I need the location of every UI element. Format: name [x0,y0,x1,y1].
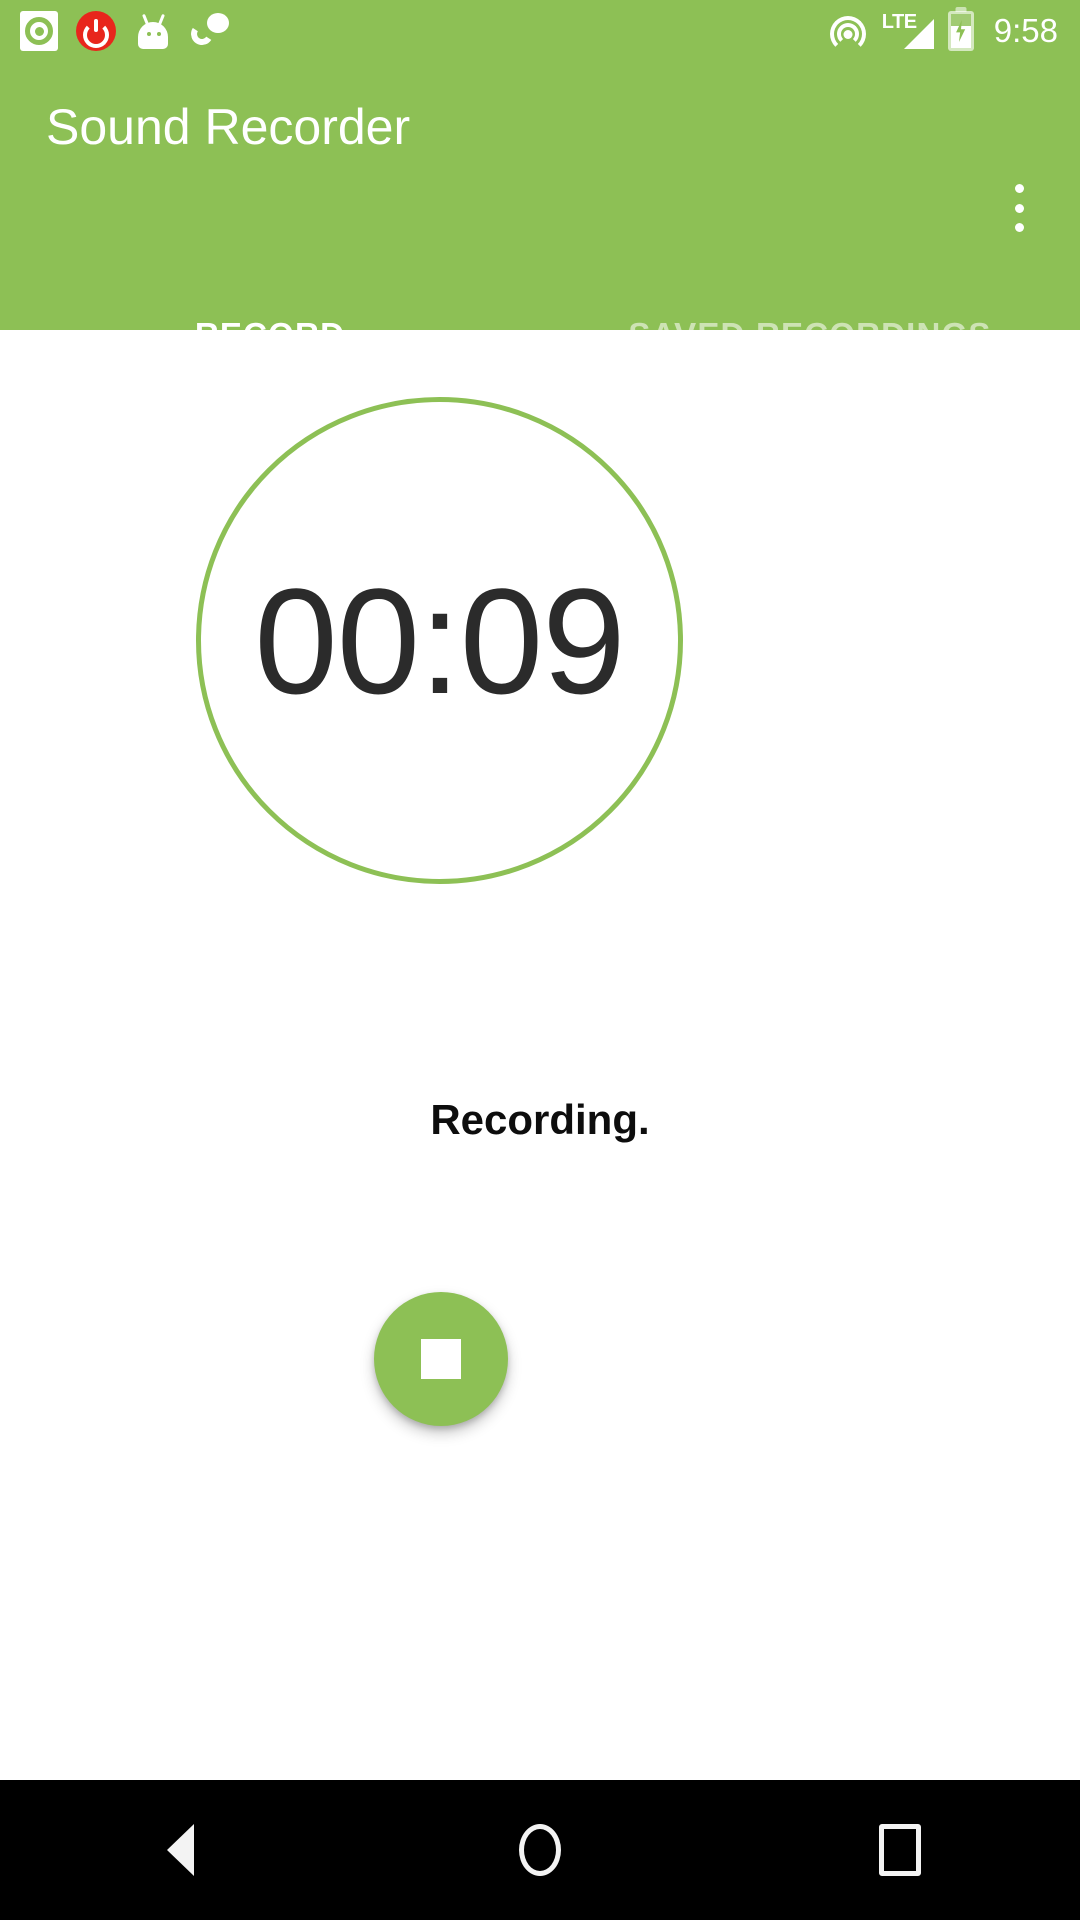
nav-home-button[interactable] [460,1780,620,1920]
timer-circle: 00:09 [196,397,683,884]
status-bar-clock: 9:58 [993,12,1058,49]
status-bar-left-icons [20,11,230,51]
status-bar: LTE 9:58 [0,0,1080,62]
battery-charging-icon [947,11,974,51]
recording-notification-icon [20,11,58,51]
call-icon [188,11,230,51]
hotspot-icon [828,12,868,52]
home-icon [519,1824,561,1876]
page-title: Sound Recorder [46,99,411,155]
android-icon [134,11,172,51]
phone-screen: LTE 9:58 Sound Recorder RECORD SAVED REC… [0,0,1080,1920]
back-icon [166,1824,194,1876]
system-navigation-bar [0,1780,1080,1920]
power-icon [76,11,116,51]
timer-value: 00:09 [254,556,625,725]
stop-icon [421,1339,461,1379]
record-tab-content: 00:09 Recording. [0,330,1080,1780]
stop-recording-button[interactable] [374,1292,508,1426]
overflow-menu-icon[interactable] [996,180,1042,236]
signal-icon: LTE [882,11,934,51]
nav-back-button[interactable] [100,1780,260,1920]
nav-recents-button[interactable] [820,1780,980,1920]
app-bar: Sound Recorder RECORD SAVED RECORDINGS [0,62,1080,392]
recents-icon [879,1824,921,1876]
recording-status-text: Recording. [430,1096,650,1143]
status-bar-right-icons: LTE 9:58 [828,11,1058,52]
